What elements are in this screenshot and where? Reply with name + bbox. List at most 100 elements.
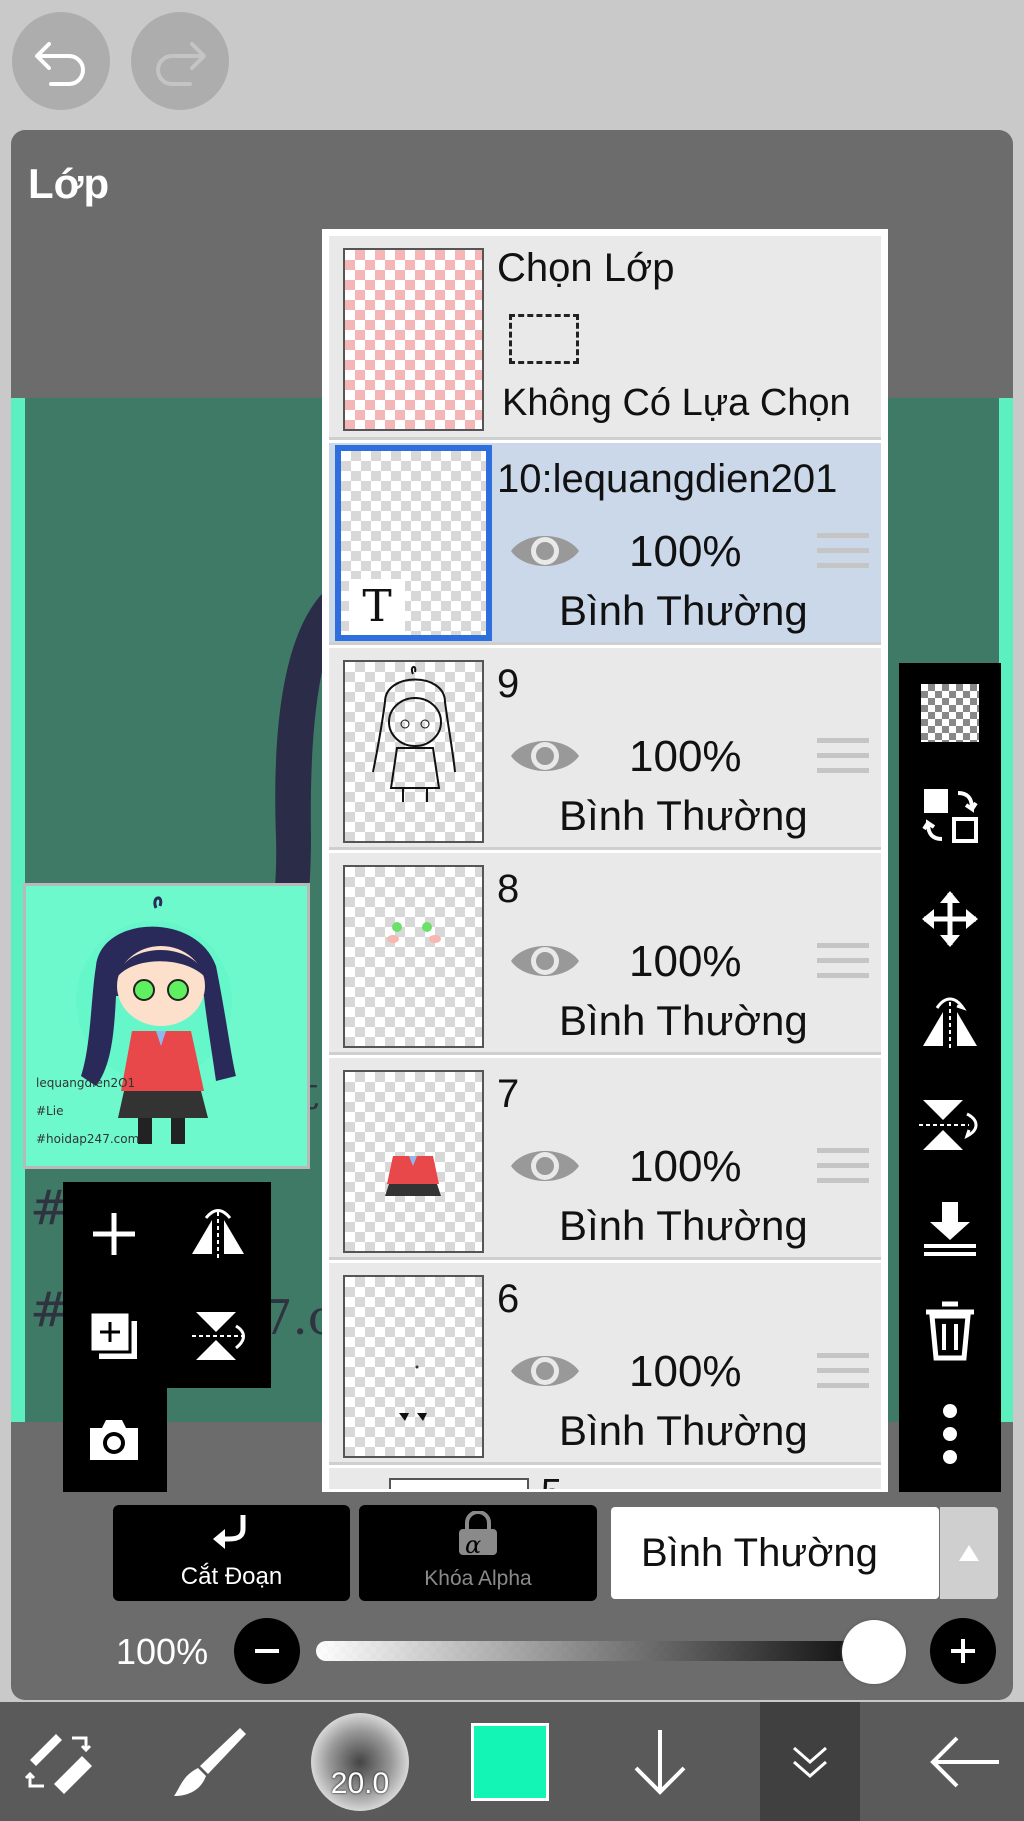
visibility-toggle[interactable] [509,1142,581,1195]
drag-handle-icon[interactable] [817,738,869,783]
layer-thumbnail [343,865,484,1048]
layer-name: 9 [497,662,520,706]
more-options-button[interactable] [899,1384,1001,1484]
redo-button[interactable] [131,12,229,110]
brush-tool-button[interactable] [160,1702,260,1821]
duplicate-layer-icon [88,1310,139,1361]
layer-row[interactable]: T 10:lequangdien201 100% Bình Thường [329,443,881,645]
layer-thumbnail [343,660,484,843]
drag-handle-icon[interactable] [817,943,869,988]
flip-layer-vertical-button[interactable] [178,1296,258,1376]
layer-row-partial[interactable]: 5 [329,1468,881,1489]
visibility-toggle[interactable] [509,732,581,785]
collapse-panel-button[interactable] [760,1702,860,1821]
import-photo-button[interactable] [74,1400,154,1480]
blend-mode-select[interactable]: Bình Thường [611,1507,939,1599]
visibility-toggle[interactable] [509,1347,581,1400]
delete-layer-button[interactable] [899,1281,1001,1381]
layer-actions-toolbar [899,663,1001,1492]
minus-icon [255,1649,279,1653]
clipping-button[interactable]: Cắt Đoạn [113,1505,350,1601]
layer-opacity: 100% [629,732,742,781]
trash-icon [926,1301,974,1361]
transparent-fill-button[interactable] [899,663,1001,763]
eye-icon [511,536,579,566]
color-picker-button[interactable] [470,1702,550,1821]
selection-layer-title: Chọn Lớp [497,246,675,290]
undo-icon [35,42,85,86]
layer-blend-mode: Bình Thường [559,1202,808,1249]
opacity-slider[interactable] [316,1641,896,1661]
eye-icon [511,1356,579,1386]
opacity-decrease-button[interactable] [234,1618,300,1684]
layer-name: 5 [541,1474,562,1489]
flip-horizontal-icon [192,1209,244,1258]
layer-name: 6 [497,1277,520,1321]
add-layer-button[interactable] [74,1194,154,1274]
text-layer-icon: T [349,579,405,635]
camera-icon [90,1420,138,1460]
layer-list[interactable]: Chọn Lớp Không Có Lựa Chọn T 10:lequangd… [322,229,888,1492]
layer-row[interactable]: 8 100% Bình Thường [329,853,881,1055]
brush-icon [174,1727,246,1796]
chevron-double-down-icon [793,1746,827,1778]
clipping-label: Cắt Đoạn [180,1563,283,1590]
brush-eraser-switch-icon [24,1733,92,1794]
drag-handle-icon[interactable] [817,533,869,578]
alpha-lock-button[interactable]: α Khóa Alpha [359,1505,597,1601]
layer-opacity: 100% [629,1142,742,1191]
drag-handle-icon[interactable] [817,1148,869,1193]
caret-up-icon [959,1545,979,1561]
layer-row[interactable]: 6 100% Bình Thường [329,1263,881,1465]
flip-vertical-button[interactable] [899,1075,1001,1175]
undo-button[interactable] [12,12,110,110]
drag-handle-icon[interactable] [817,1353,869,1398]
layer-blend-mode: Bình Thường [559,587,808,634]
layer-thumbnail [343,1070,484,1253]
layer-row[interactable]: 9 100% Bình Thường [329,648,881,850]
canvas-preview[interactable]: lequangdien2O1 #Lie #hoidap247.com [23,883,310,1169]
opacity-increase-button[interactable] [930,1618,996,1684]
back-button[interactable] [920,1702,1010,1821]
opacity-label: 100% [116,1631,209,1672]
alpha-symbol: α [465,1531,482,1559]
selection-layer-row[interactable]: Chọn Lớp Không Có Lựa Chọn [329,236,881,440]
flip-vertical-icon [919,1100,978,1150]
blend-mode-dropdown-button[interactable] [940,1507,998,1599]
layer-thumbnail: T [335,445,492,641]
duplicate-layer-button[interactable] [74,1296,154,1376]
visibility-toggle[interactable] [509,937,581,990]
layer-row[interactable]: 7 100% Bình Thường [329,1058,881,1260]
swap-layer-button[interactable] [899,766,1001,866]
arrow-down-icon [634,1729,686,1795]
preview-text-line3: #hoidap247.com [36,1132,140,1146]
move-icon [922,891,978,947]
redo-icon [156,42,206,86]
more-vertical-icon [943,1404,957,1464]
move-layer-button[interactable] [899,869,1001,969]
layer-down-button[interactable] [620,1702,700,1821]
flip-layer-horizontal-button[interactable] [178,1194,258,1274]
arrow-left-icon [930,1736,999,1787]
layer-opacity: 100% [629,527,742,576]
merge-down-button[interactable] [899,1178,1001,1278]
lineart-thumbnail [372,666,456,802]
swap-icon [922,789,978,843]
shoes-thumbnail [399,1365,427,1421]
visibility-toggle[interactable] [509,527,581,580]
eye-icon [511,1151,579,1181]
tool-switch-button[interactable] [10,1702,110,1821]
flip-horizontal-icon [923,997,977,1050]
plus-icon [951,1639,975,1663]
character-preview [76,896,236,1144]
flip-horizontal-button[interactable] [899,972,1001,1072]
eye-icon [511,946,579,976]
brush-size-button[interactable]: 20.0 [310,1702,410,1821]
layer-blend-mode: Bình Thường [559,1407,808,1454]
layer-blend-mode: Bình Thường [559,792,808,839]
layer-opacity: 100% [629,1347,742,1396]
brush-size-value: 20.0 [330,1766,390,1800]
top-bar [0,0,1024,128]
opacity-slider-knob[interactable] [842,1620,906,1684]
preview-text-line2: #Lie [36,1104,64,1118]
